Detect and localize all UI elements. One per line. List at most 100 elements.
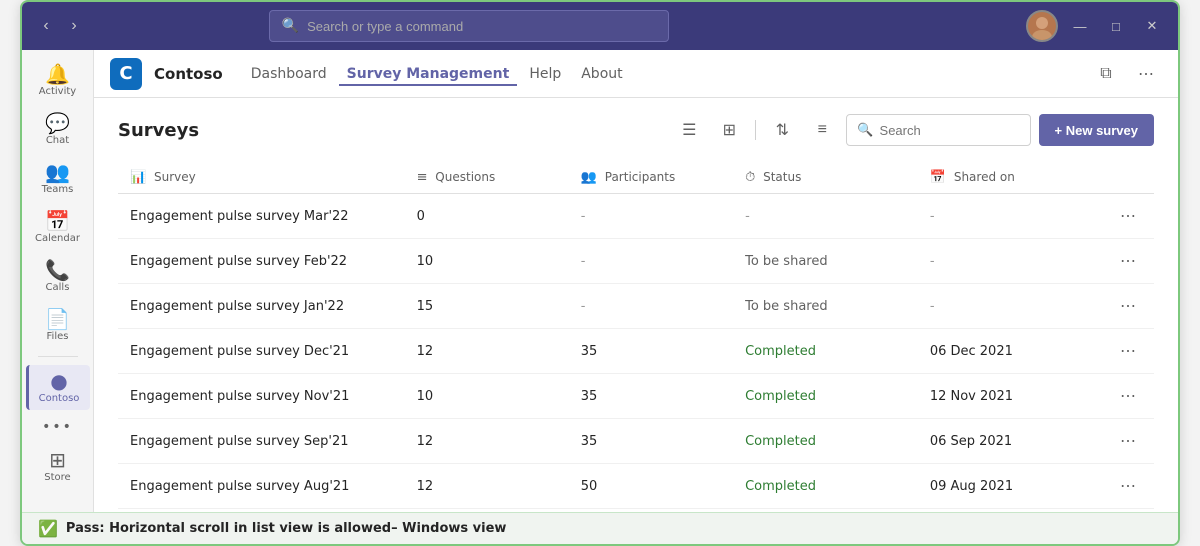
activity-icon: 🔔: [45, 64, 70, 84]
pass-icon: ✅: [38, 519, 58, 538]
contoso-icon: ●: [50, 371, 67, 391]
cell-questions: 20: [405, 509, 569, 513]
cell-shared-on: -: [918, 194, 1102, 239]
cell-questions: 0: [405, 194, 569, 239]
cell-status: Completed: [733, 509, 918, 513]
cell-participants: -: [569, 194, 733, 239]
cell-survey-name: Engagement pulse survey Mar'22: [118, 194, 405, 239]
minimize-button[interactable]: —: [1066, 12, 1094, 40]
row-more-button[interactable]: ⋯: [1114, 384, 1142, 408]
cell-survey-name: Engagement pulse survey Jul'21: [118, 509, 405, 513]
title-bar: ‹ › 🔍 — □ ✕: [22, 2, 1178, 50]
cell-status: -: [733, 194, 918, 239]
nav-right: ⧉ ⋯: [1090, 58, 1162, 90]
sidebar-item-store[interactable]: ⊞ Store: [26, 444, 90, 489]
more-options-button[interactable]: ⋯: [1130, 58, 1162, 90]
cell-survey-name: Engagement pulse survey Sep'21: [118, 419, 405, 464]
cell-survey-name: Engagement pulse survey Nov'21: [118, 374, 405, 419]
external-link-button[interactable]: ⧉: [1090, 58, 1122, 90]
survey-col-icon: 📊: [130, 170, 146, 185]
sidebar-label-chat: Chat: [46, 135, 69, 146]
sidebar-item-calendar[interactable]: 📅 Calendar: [26, 205, 90, 250]
table-row: Engagement pulse survey Jul'21 20 25 Com…: [118, 509, 1154, 513]
cell-status: Completed: [733, 419, 918, 464]
app-logo: C: [110, 58, 142, 90]
app-body: 🔔 Activity 💬 Chat 👥 Teams 📅 Calendar 📞 C…: [22, 50, 1178, 512]
sidebar-label-store: Store: [44, 472, 70, 483]
cell-survey-name: Engagement pulse survey Dec'21: [118, 329, 405, 374]
calls-icon: 📞: [45, 260, 70, 280]
pass-text: Pass: Horizontal scroll in list view is …: [66, 521, 507, 536]
table-search-input[interactable]: [880, 123, 1020, 138]
sidebar-item-more[interactable]: •••: [26, 414, 90, 440]
sidebar-separator: [38, 356, 78, 357]
sidebar-item-files[interactable]: 📄 Files: [26, 303, 90, 348]
cell-survey-name: Engagement pulse survey Aug'21: [118, 464, 405, 509]
teams-icon: 👥: [45, 162, 70, 182]
forward-button[interactable]: ›: [62, 14, 86, 38]
row-more-button[interactable]: ⋯: [1114, 429, 1142, 453]
table-header: 📊 Survey ≡ Questions 👥 Participants: [118, 162, 1154, 194]
main-content: C Contoso Dashboard Survey Management He…: [94, 50, 1178, 512]
sidebar-item-contoso[interactable]: ● Contoso: [26, 365, 90, 410]
col-header-questions: ≡ Questions: [405, 162, 569, 194]
col-header-shared-on: 📅 Shared on: [918, 162, 1102, 194]
cell-status: To be shared: [733, 239, 918, 284]
sidebar-item-activity[interactable]: 🔔 Activity: [26, 58, 90, 103]
col-header-status: ⏱ Status: [733, 162, 918, 194]
sidebar-label-calendar: Calendar: [35, 233, 80, 244]
row-more-button[interactable]: ⋯: [1114, 294, 1142, 318]
maximize-button[interactable]: □: [1102, 12, 1130, 40]
cell-shared-on: -: [918, 239, 1102, 284]
table-body: Engagement pulse survey Mar'22 0 - - - ⋯…: [118, 194, 1154, 513]
filter-button[interactable]: ≡: [806, 114, 838, 146]
close-button[interactable]: ✕: [1138, 12, 1166, 40]
cell-shared-on: 06 Jul 2021: [918, 509, 1102, 513]
table-search-wrap: 🔍: [846, 114, 1030, 146]
command-search-bar[interactable]: 🔍: [269, 10, 669, 42]
grid-view-button[interactable]: ⊞: [713, 114, 745, 146]
table-row: Engagement pulse survey Dec'21 12 35 Com…: [118, 329, 1154, 374]
sidebar-item-calls[interactable]: 📞 Calls: [26, 254, 90, 299]
row-more-button[interactable]: ⋯: [1114, 474, 1142, 498]
cell-actions: ⋯: [1102, 374, 1154, 419]
cell-questions: 15: [405, 284, 569, 329]
cell-participants: 35: [569, 374, 733, 419]
store-icon: ⊞: [49, 450, 66, 470]
cell-participants: 25: [569, 509, 733, 513]
table-row: Engagement pulse survey Mar'22 0 - - - ⋯: [118, 194, 1154, 239]
col-header-survey: 📊 Survey: [118, 162, 405, 194]
nav-link-dashboard[interactable]: Dashboard: [243, 62, 335, 86]
more-icon: •••: [42, 420, 73, 434]
nav-link-about[interactable]: About: [573, 62, 630, 86]
surveys-title: Surveys: [118, 120, 673, 141]
cell-questions: 12: [405, 419, 569, 464]
cell-shared-on: 09 Aug 2021: [918, 464, 1102, 509]
bottom-bar: ✅ Pass: Horizontal scroll in list view i…: [22, 512, 1178, 544]
cell-questions: 10: [405, 239, 569, 284]
col-header-participants: 👥 Participants: [569, 162, 733, 194]
avatar[interactable]: [1026, 10, 1058, 42]
sidebar-item-teams[interactable]: 👥 Teams: [26, 156, 90, 201]
sort-button[interactable]: ⇅: [766, 114, 798, 146]
sidebar: 🔔 Activity 💬 Chat 👥 Teams 📅 Calendar 📞 C…: [22, 50, 94, 512]
cell-shared-on: 06 Sep 2021: [918, 419, 1102, 464]
header-actions: ☰ ⊞ ⇅ ≡ 🔍 + New survey: [673, 114, 1154, 146]
row-more-button[interactable]: ⋯: [1114, 204, 1142, 228]
nav-link-help[interactable]: Help: [521, 62, 569, 86]
list-view-button[interactable]: ☰: [673, 114, 705, 146]
cell-questions: 10: [405, 374, 569, 419]
row-more-button[interactable]: ⋯: [1114, 249, 1142, 273]
new-survey-button[interactable]: + New survey: [1039, 114, 1154, 146]
app-name: Contoso: [154, 65, 223, 83]
sidebar-label-activity: Activity: [39, 86, 76, 97]
back-button[interactable]: ‹: [34, 14, 58, 38]
table-search-icon: 🔍: [857, 123, 873, 138]
nav-link-survey-management[interactable]: Survey Management: [339, 62, 518, 86]
command-search-input[interactable]: [307, 19, 656, 34]
participants-col-icon: 👥: [581, 170, 597, 185]
sidebar-item-chat[interactable]: 💬 Chat: [26, 107, 90, 152]
row-more-button[interactable]: ⋯: [1114, 339, 1142, 363]
table-row: Engagement pulse survey Jan'22 15 - To b…: [118, 284, 1154, 329]
table-row: Engagement pulse survey Nov'21 10 35 Com…: [118, 374, 1154, 419]
